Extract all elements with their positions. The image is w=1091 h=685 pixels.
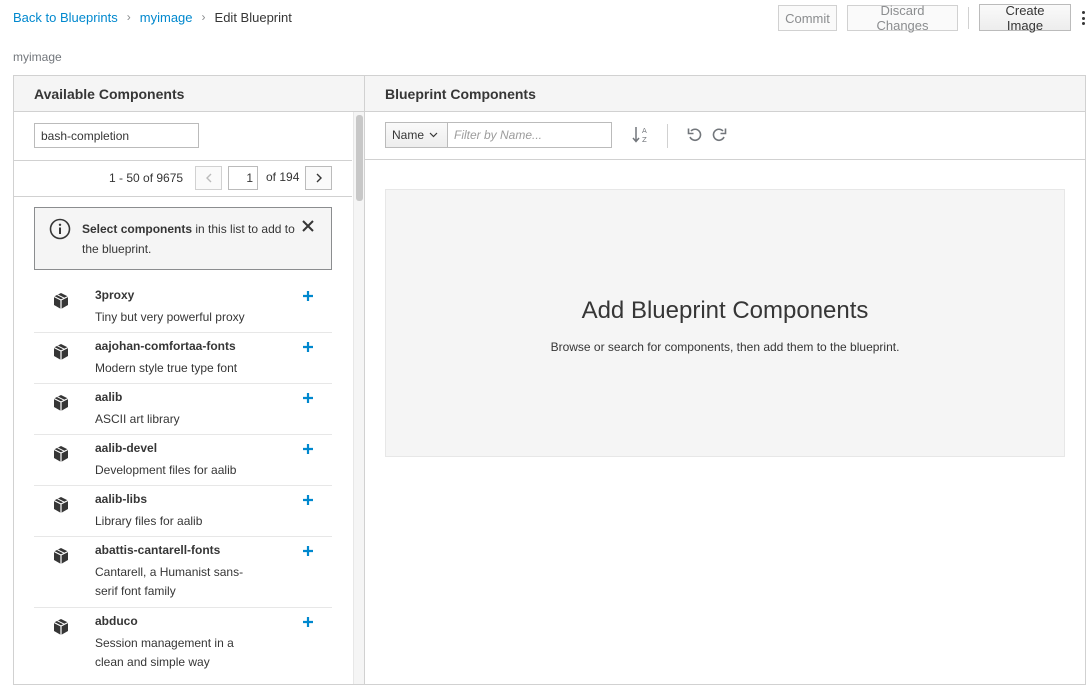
component-description: Development files for aalib	[95, 463, 237, 477]
component-name[interactable]: aalib-devel	[95, 441, 157, 455]
package-icon	[53, 497, 69, 513]
plus-icon[interactable]	[302, 341, 314, 353]
plus-icon[interactable]	[302, 494, 314, 506]
plus-icon[interactable]	[302, 392, 314, 404]
filter-by-name-input[interactable]	[447, 122, 612, 148]
component-search-input[interactable]	[34, 123, 199, 148]
blueprint-components-title: Blueprint Components	[365, 76, 1085, 112]
alert-bold: Select components	[82, 222, 193, 236]
blueprint-link[interactable]: myimage	[140, 10, 193, 25]
component-name[interactable]: aalib	[95, 390, 122, 404]
component-description: Cantarell, a Humanist sans-serif font fa…	[95, 565, 244, 598]
pagination-total: of 194	[266, 170, 300, 184]
filter-toolbar: Name A Z	[365, 112, 1085, 160]
plus-icon[interactable]	[302, 616, 314, 628]
component-description: Session management in a clean and simple…	[95, 636, 234, 669]
available-components-panel: Available Components 1 - 50 of 9675 of 1…	[13, 75, 365, 685]
empty-state-title: Add Blueprint Components	[581, 297, 869, 324]
divider	[667, 124, 668, 148]
svg-text:Z: Z	[642, 136, 647, 144]
commit-button[interactable]: Commit	[778, 5, 837, 31]
component-description: ASCII art library	[95, 412, 180, 426]
empty-state-description: Browse or search for components, then ad…	[550, 340, 900, 354]
chevron-left-icon	[205, 173, 211, 183]
list-item[interactable]: aalib-devel Development files for aalib	[34, 435, 332, 486]
package-icon	[53, 395, 69, 411]
list-item[interactable]: 3proxy Tiny but very powerful proxy	[34, 282, 332, 333]
filter-field-label: Name	[392, 128, 425, 142]
component-name[interactable]: 3proxy	[95, 288, 134, 302]
package-icon	[53, 293, 69, 309]
svg-text:A: A	[642, 127, 647, 135]
filter-field-dropdown[interactable]: Name	[385, 122, 448, 148]
info-alert: Select components in this list to add to…	[34, 207, 332, 270]
list-item[interactable]: aalib ASCII art library	[34, 384, 332, 435]
alert-text: Select components in this list to add to…	[82, 219, 302, 259]
info-icon	[49, 218, 71, 240]
discard-changes-button[interactable]: Discard Changes	[847, 3, 958, 33]
scrollbar-thumb[interactable]	[356, 115, 363, 201]
create-image-button[interactable]: Create Image	[979, 3, 1071, 33]
list-item[interactable]: aajohan-comfortaa-fonts Modern style tru…	[34, 333, 332, 384]
back-to-blueprints-link[interactable]: Back to Blueprints	[13, 10, 118, 25]
divider	[968, 7, 969, 29]
component-list: 3proxy Tiny but very powerful proxy aajo…	[34, 282, 332, 679]
redo-icon[interactable]	[711, 127, 727, 143]
next-page-button[interactable]	[305, 166, 332, 190]
plus-icon[interactable]	[302, 443, 314, 455]
empty-state: Add Blueprint Components Browse or searc…	[385, 189, 1065, 457]
plus-icon[interactable]	[302, 545, 314, 557]
component-name[interactable]: aajohan-comfortaa-fonts	[95, 339, 236, 353]
pagination-range: 1 - 50 of 9675	[109, 171, 184, 185]
package-icon	[53, 548, 69, 564]
component-description: Tiny but very powerful proxy	[95, 310, 245, 324]
component-description: Modern style true type font	[95, 361, 238, 375]
package-icon	[53, 344, 69, 360]
available-components-title: Available Components	[14, 76, 364, 112]
breadcrumb-current: Edit Blueprint	[214, 9, 292, 25]
pagination: 1 - 50 of 9675 of 194	[14, 160, 352, 197]
component-name[interactable]: abduco	[95, 614, 138, 628]
list-item[interactable]: abattis-cantarell-fonts Cantarell, a Hum…	[34, 537, 332, 608]
previous-page-button[interactable]	[195, 166, 222, 190]
chevron-right-icon: ›	[201, 10, 206, 24]
plus-icon[interactable]	[302, 290, 314, 302]
image-name: myimage	[13, 50, 62, 64]
chevron-right-icon: ›	[126, 10, 131, 24]
breadcrumb: Back to Blueprints › myimage › Edit Blue…	[13, 9, 292, 25]
blueprint-components-panel: Blueprint Components Name A Z Add Bluepr…	[364, 75, 1086, 685]
component-name[interactable]: abattis-cantarell-fonts	[95, 543, 220, 557]
sort-alpha-icon[interactable]: A Z	[632, 126, 650, 144]
list-item[interactable]: abduco Session management in a clean and…	[34, 608, 332, 679]
page-number-input[interactable]	[228, 166, 258, 190]
kebab-menu-icon[interactable]	[1078, 9, 1088, 27]
package-icon	[53, 446, 69, 462]
undo-icon[interactable]	[687, 127, 703, 143]
component-name[interactable]: aalib-libs	[95, 492, 147, 506]
list-item[interactable]: aalib-libs Library files for aalib	[34, 486, 332, 537]
chevron-right-icon	[316, 173, 322, 183]
chevron-down-icon	[429, 132, 438, 138]
close-icon[interactable]	[301, 219, 315, 233]
component-description: Library files for aalib	[95, 514, 203, 528]
package-icon	[53, 619, 69, 635]
